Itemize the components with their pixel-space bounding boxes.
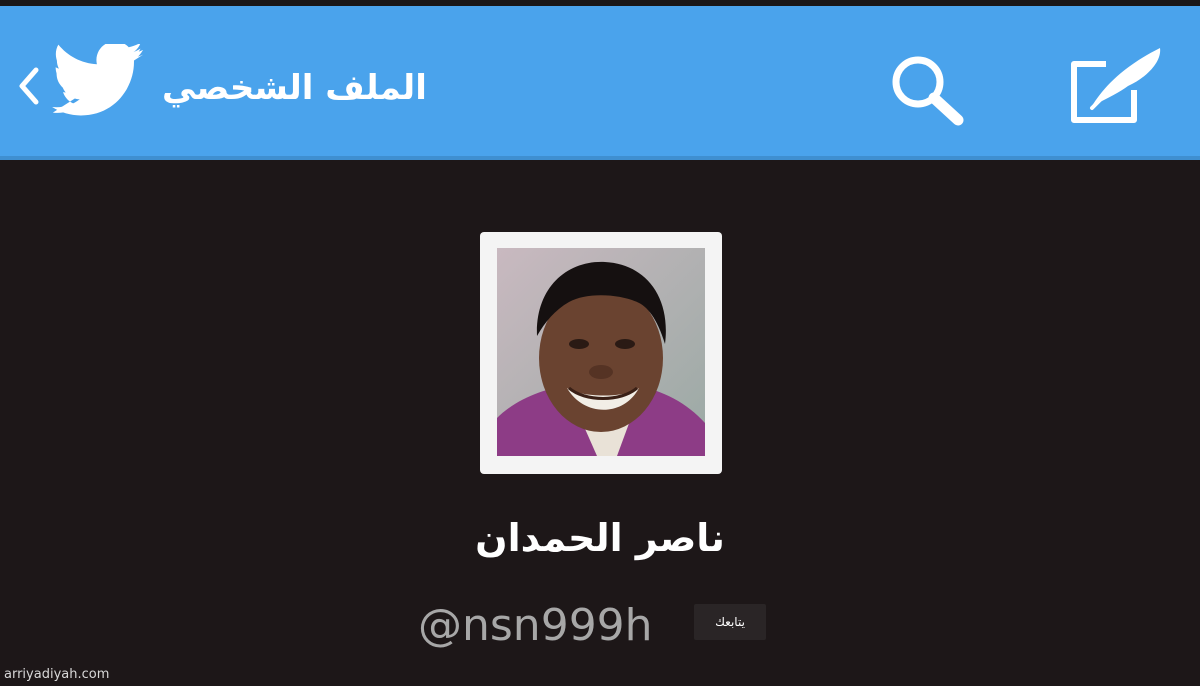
page-title: الملف الشخصي bbox=[162, 68, 427, 108]
avatar[interactable] bbox=[497, 248, 705, 456]
avatar-frame[interactable] bbox=[480, 232, 722, 474]
chevron-left-icon[interactable] bbox=[10, 56, 50, 116]
search-icon[interactable] bbox=[884, 50, 970, 130]
compose-icon[interactable] bbox=[1062, 42, 1172, 132]
follows-you-badge: يتابعك bbox=[694, 604, 766, 640]
watermark: arriyadiyah.com bbox=[4, 667, 110, 682]
app-header: الملف الشخصي bbox=[0, 6, 1200, 160]
profile-name: ناصر الحمدان bbox=[475, 516, 725, 560]
profile-screen: الملف الشخصي ناصر الحمدان @nsn999h يتابع… bbox=[0, 0, 1200, 686]
twitter-bird-icon bbox=[50, 41, 146, 126]
profile-handle: @nsn999h bbox=[418, 600, 653, 651]
